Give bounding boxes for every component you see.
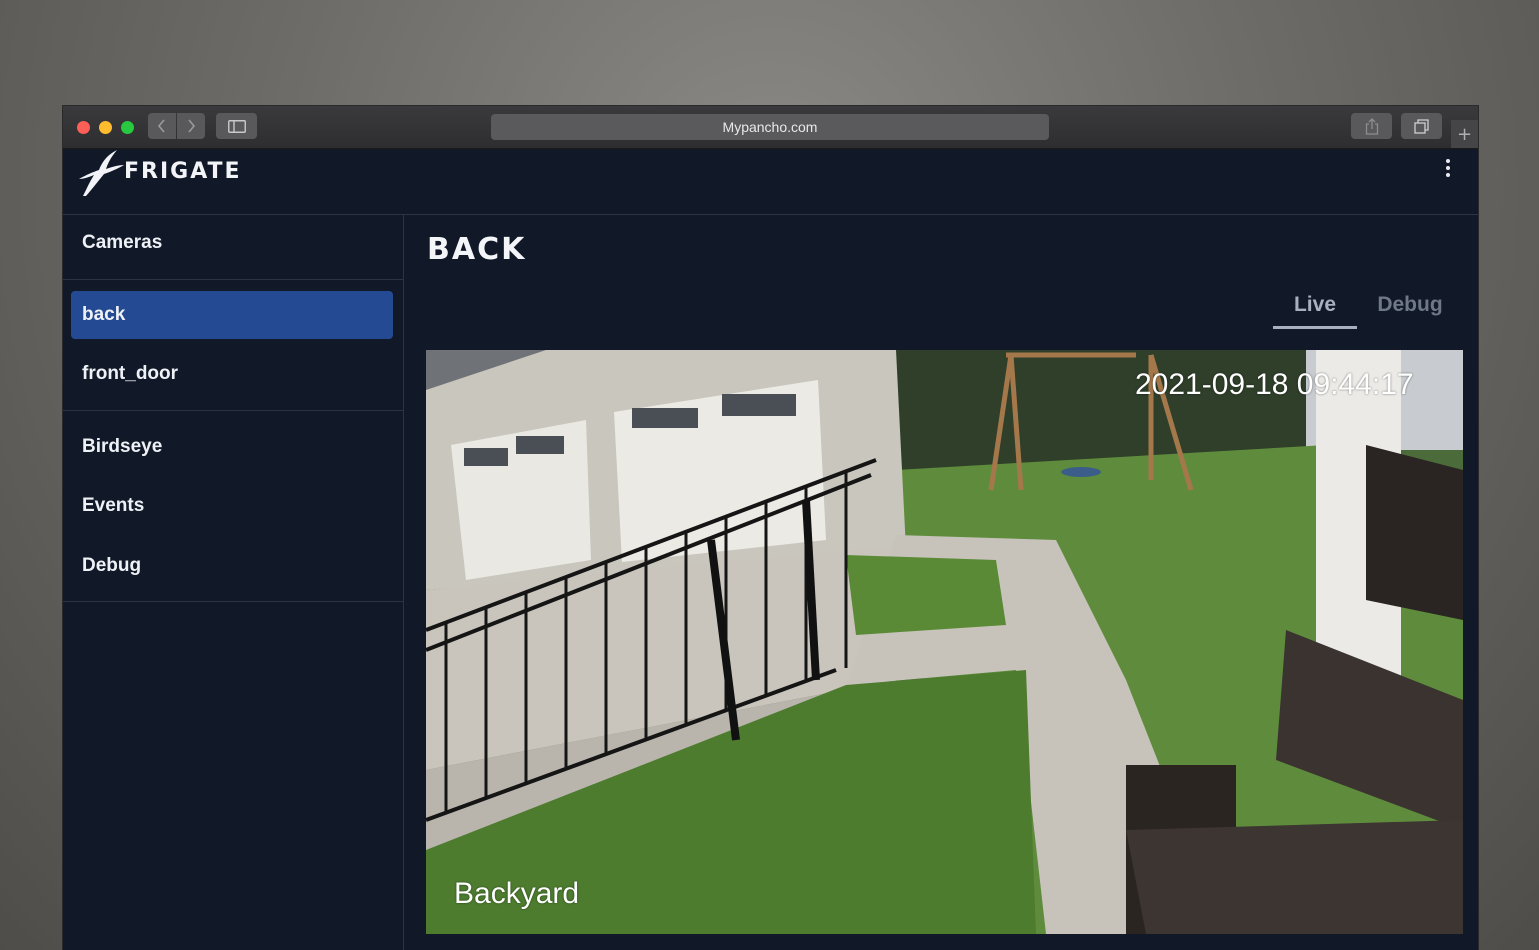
close-window-button[interactable] bbox=[77, 121, 90, 134]
sidebar: Cameras back front_door Birdseye Events … bbox=[63, 215, 404, 950]
page-title: BACK bbox=[427, 232, 527, 267]
sidebar-item-birdseye[interactable]: Birdseye bbox=[71, 423, 393, 471]
zoom-window-button[interactable] bbox=[121, 121, 134, 134]
share-icon bbox=[1365, 117, 1378, 135]
forward-button[interactable] bbox=[177, 113, 205, 139]
app-brand: FRIGATE bbox=[124, 159, 242, 184]
tab-live[interactable]: Live bbox=[1273, 293, 1357, 329]
more-menu-button[interactable] bbox=[1440, 156, 1456, 180]
minimize-window-button[interactable] bbox=[99, 121, 112, 134]
app-header: FRIGATE bbox=[63, 148, 1478, 215]
browser-window: Mypancho.com + FRIGATE Cameras back fron… bbox=[63, 106, 1478, 950]
dot-icon bbox=[1446, 166, 1450, 170]
sidebar-item-front-door[interactable]: front_door bbox=[71, 350, 393, 398]
share-button[interactable] bbox=[1351, 113, 1392, 139]
dot-icon bbox=[1446, 159, 1450, 163]
show-tabs-button[interactable] bbox=[1401, 113, 1442, 139]
chevron-left-icon bbox=[157, 119, 165, 133]
address-bar[interactable]: Mypancho.com bbox=[491, 114, 1049, 140]
camera-live-feed[interactable]: 2021-09-18 09:44:17 Backyard bbox=[426, 350, 1463, 934]
sidebar-item-events[interactable]: Events bbox=[71, 482, 393, 530]
backyard-camera-image bbox=[426, 350, 1463, 934]
sidebar-icon bbox=[227, 119, 246, 133]
chevron-right-icon bbox=[188, 119, 196, 133]
feed-camera-label: Backyard bbox=[454, 877, 580, 910]
frigate-bird-logo-icon bbox=[79, 150, 124, 196]
sidebar-nav-section: Birdseye Events Debug bbox=[63, 411, 403, 602]
sidebar-item-debug[interactable]: Debug bbox=[71, 542, 393, 590]
tabs-icon bbox=[1414, 118, 1429, 134]
sidebar-item-back[interactable]: back bbox=[71, 291, 393, 339]
sidebar-cameras-section: Cameras bbox=[63, 215, 403, 280]
browser-toolbar: Mypancho.com + bbox=[63, 106, 1478, 149]
sidebar-item-cameras[interactable]: Cameras bbox=[71, 219, 393, 267]
dot-icon bbox=[1446, 173, 1450, 177]
tab-debug[interactable]: Debug bbox=[1367, 293, 1453, 329]
new-tab-button[interactable]: + bbox=[1451, 120, 1478, 148]
main-content: BACK Live Debug 2021-09-18 09:44:17 Back… bbox=[404, 215, 1478, 950]
sidebar-camera-list: back front_door bbox=[63, 280, 403, 411]
sidebar-toggle-button[interactable] bbox=[216, 113, 257, 139]
back-button[interactable] bbox=[148, 113, 176, 139]
feed-timestamp: 2021-09-18 09:44:17 bbox=[1135, 368, 1414, 401]
